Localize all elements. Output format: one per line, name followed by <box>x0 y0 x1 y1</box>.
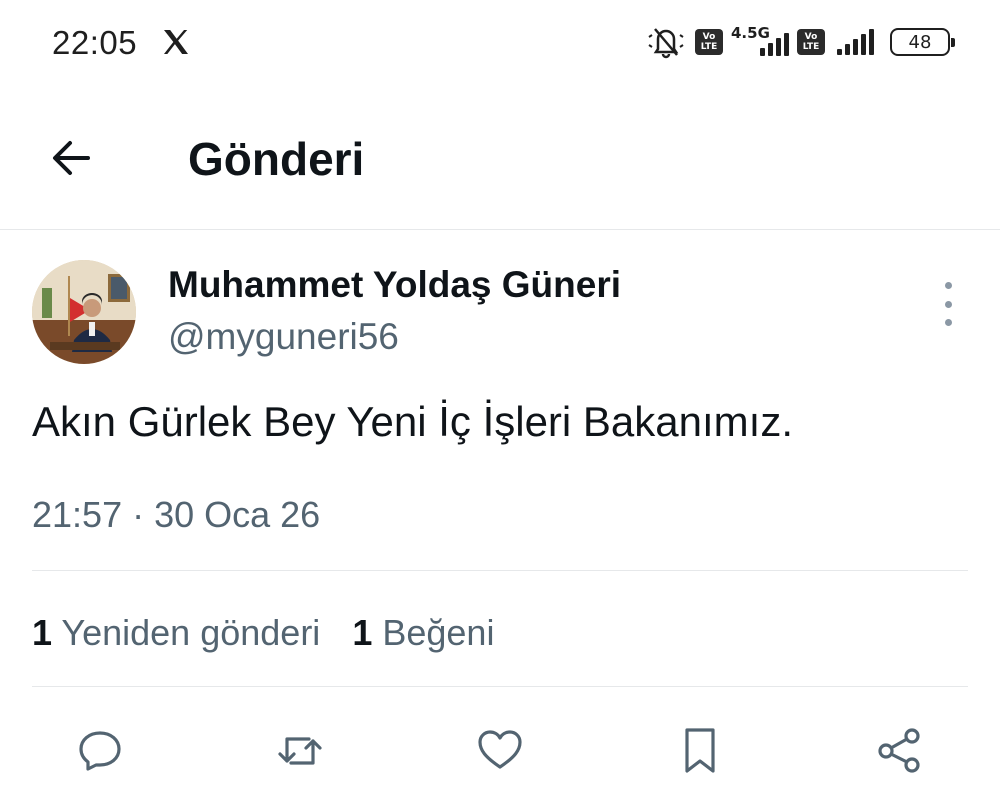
likes-count: 1 <box>352 612 373 653</box>
share-button[interactable] <box>872 722 928 778</box>
reply-button[interactable] <box>72 722 128 778</box>
reposts-stat[interactable]: 1 Yeniden gönderi <box>32 612 320 654</box>
status-icons: Vo LTE 4.5G Vo LTE 48 <box>645 24 955 60</box>
status-time: 22:05 <box>52 24 138 61</box>
x-logo-icon <box>164 30 188 54</box>
stats-divider-top <box>32 570 968 571</box>
author-handle[interactable]: @myguneri56 <box>168 316 399 358</box>
post-text: Akın Gürlek Bey Yeni İç İşleri Bakanımız… <box>32 398 794 445</box>
volte-icon: Vo LTE <box>695 29 723 55</box>
likes-stat[interactable]: 1 Beğeni <box>352 612 494 654</box>
post-date[interactable]: 30 Oca 26 <box>154 494 320 535</box>
like-button[interactable] <box>472 722 528 778</box>
volte-bottom-label: LTE <box>802 42 820 52</box>
bookmark-button[interactable] <box>672 722 728 778</box>
post-meta: 21:57 · 30 Oca 26 <box>32 494 320 536</box>
repost-icon <box>278 737 322 765</box>
like-icon <box>478 730 522 769</box>
page-title: Gönderi <box>188 133 365 185</box>
volte-icon-2: Vo LTE <box>797 29 825 55</box>
post-time[interactable]: 21:57 <box>32 494 122 535</box>
meta-separator: · <box>122 494 155 535</box>
volte-bottom-label: LTE <box>700 42 718 52</box>
more-options-icon[interactable] <box>930 282 966 326</box>
stats-divider-bottom <box>32 686 968 687</box>
share-icon <box>878 728 920 773</box>
action-bar <box>0 722 1000 782</box>
avatar[interactable] <box>32 260 136 364</box>
volte-top-label: Vo <box>804 32 818 42</box>
signal-icon-2 <box>837 29 874 55</box>
header-divider <box>0 229 1000 230</box>
battery-icon: 48 <box>890 28 955 56</box>
reposts-label: Yeniden gönderi <box>61 612 321 653</box>
signal-icon: 4.5G <box>731 24 789 58</box>
status-bar: 22:05 Vo LTE 4.5G Vo LTE 48 <box>0 0 1000 84</box>
likes-label: Beğeni <box>382 612 495 653</box>
reply-icon <box>79 731 121 771</box>
post-stats: 1 Yeniden gönderi 1 Beğeni <box>32 612 494 654</box>
bookmark-icon <box>685 728 715 773</box>
author-name[interactable]: Muhammet Yoldaş Güneri <box>168 264 621 306</box>
avatar-photo <box>32 260 136 364</box>
silent-mode-icon <box>648 28 684 59</box>
volte-top-label: Vo <box>702 32 716 42</box>
reposts-count: 1 <box>32 612 53 653</box>
battery-level: 48 <box>908 31 932 53</box>
app-bar: Gönderi <box>0 96 1000 228</box>
repost-button[interactable] <box>272 722 328 778</box>
arrow-left-icon[interactable] <box>44 130 100 186</box>
